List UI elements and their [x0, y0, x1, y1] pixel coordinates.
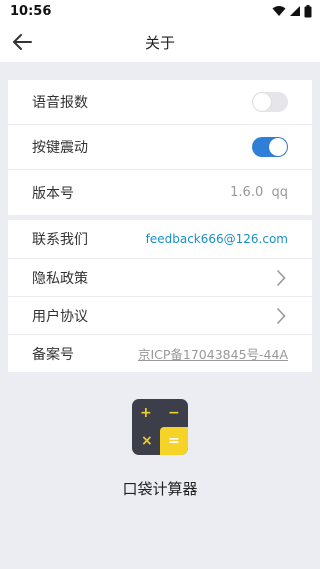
key-vibration-label: 按键震动: [32, 140, 88, 156]
back-button[interactable]: [8, 29, 36, 55]
version-row: 版本号 1.6.0 qq: [8, 170, 312, 215]
privacy-policy-row[interactable]: 隐私政策: [8, 259, 312, 297]
page-title: 关于: [144, 33, 175, 52]
status-time: 10:56: [10, 3, 52, 19]
version-value: 1.6.0 qq: [230, 185, 288, 200]
multiply-key: ×: [141, 433, 153, 449]
contact-row[interactable]: 联系我们 feedback666@126.com: [8, 220, 312, 259]
user-agreement-label: 用户协议: [32, 308, 88, 325]
voice-announce-label: 语音报数: [32, 95, 88, 111]
app-name: 口袋计算器: [122, 480, 198, 498]
settings-card: 语音报数 按键震动 版本号 1.6.0 qq: [8, 80, 312, 215]
wifi-icon: [272, 6, 286, 16]
record-row[interactable]: 备案号 京ICP备17043845号-44A: [8, 335, 312, 372]
key-vibration-row: 按键震动: [8, 125, 312, 170]
user-agreement-row[interactable]: 用户协议: [8, 297, 312, 335]
calculator-app-icon: + − × =: [132, 399, 188, 455]
status-icons: [272, 4, 312, 18]
plus-key: +: [140, 405, 152, 421]
signal-icon: [290, 6, 300, 16]
app-bar: 关于: [0, 22, 320, 62]
equals-key-label: =: [168, 433, 180, 449]
contact-label: 联系我们: [32, 232, 88, 248]
contact-email-link[interactable]: feedback666@126.com: [146, 232, 288, 246]
chevron-right-icon: [274, 307, 288, 325]
toggle-knob: [253, 93, 271, 111]
key-vibration-toggle[interactable]: [252, 137, 288, 157]
battery-icon: [304, 4, 312, 17]
voice-announce-row: 语音报数: [8, 80, 312, 125]
chevron-right-icon: [274, 269, 288, 287]
record-number-link[interactable]: 京ICP备17043845号-44A: [138, 344, 288, 363]
equals-key: =: [160, 427, 188, 455]
voice-announce-toggle[interactable]: [252, 92, 288, 112]
minus-key: −: [168, 405, 180, 421]
toggle-knob: [269, 138, 287, 156]
record-label: 备案号: [32, 346, 74, 363]
arrow-left-icon: [13, 34, 32, 50]
privacy-policy-label: 隐私政策: [32, 270, 88, 287]
info-card: 联系我们 feedback666@126.com 隐私政策 用户协议 备案号 京…: [8, 220, 312, 372]
version-label: 版本号: [32, 185, 74, 202]
status-bar: 10:56: [0, 0, 320, 22]
